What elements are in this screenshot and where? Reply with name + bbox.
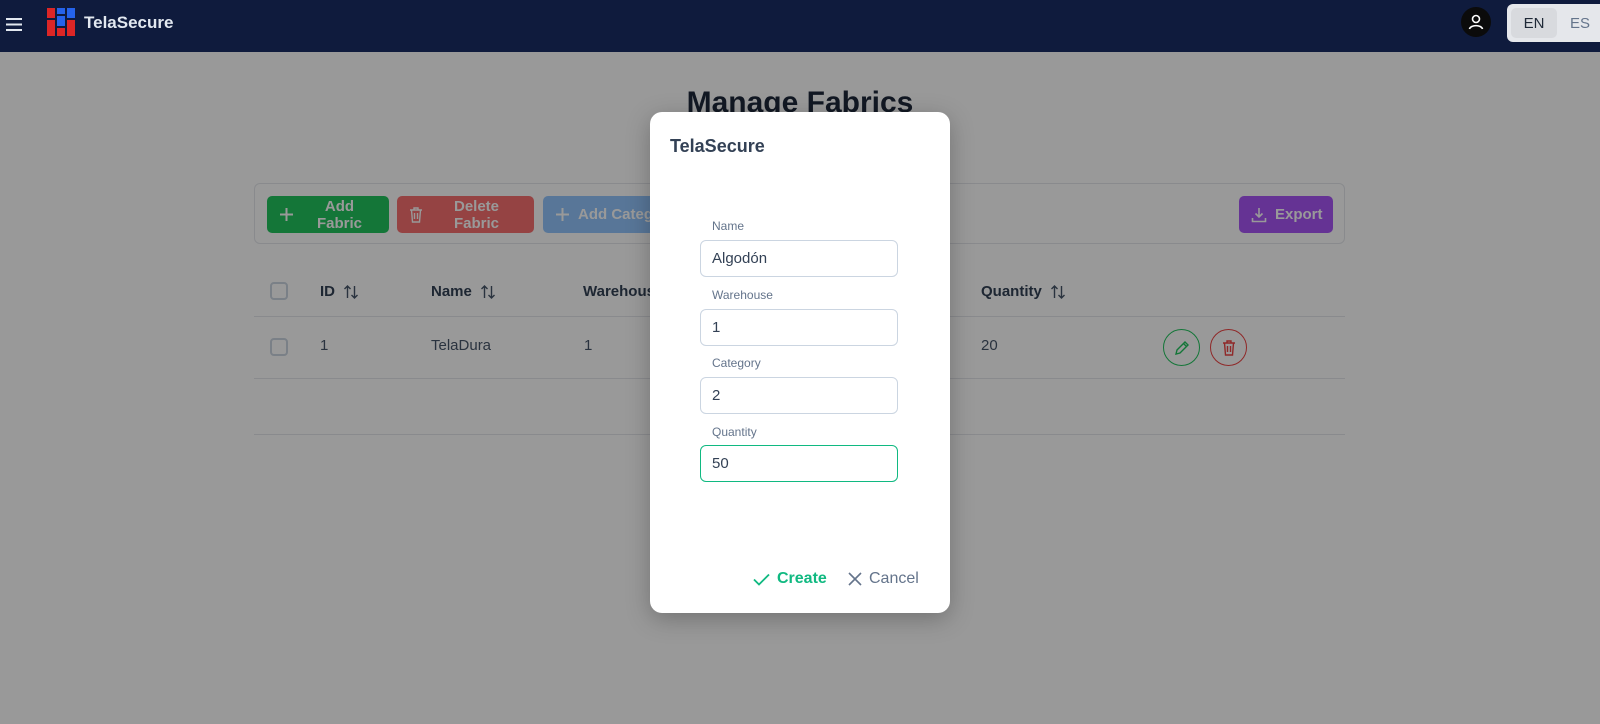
category-input[interactable] [700, 377, 898, 414]
brand-name: TelaSecure [84, 13, 174, 32]
name-input[interactable] [700, 240, 898, 277]
language-switcher: EN ES [1507, 4, 1600, 42]
category-label: Category [712, 356, 761, 370]
language-es-button[interactable]: ES [1557, 8, 1600, 38]
warehouse-label: Warehouse [712, 288, 773, 302]
dialog-title: TelaSecure [670, 136, 765, 156]
telasecure-logo [47, 8, 75, 36]
user-icon[interactable] [1461, 7, 1491, 37]
cancel-label: Cancel [869, 570, 919, 587]
close-icon [848, 572, 862, 586]
cancel-button[interactable]: Cancel [848, 563, 919, 595]
create-fabric-dialog: TelaSecure Name Warehouse Category Quant… [650, 112, 950, 613]
quantity-label: Quantity [712, 425, 757, 439]
hamburger-icon[interactable] [4, 12, 24, 36]
create-label: Create [777, 570, 827, 587]
name-label: Name [712, 219, 745, 233]
check-icon [753, 573, 770, 586]
language-en-button[interactable]: EN [1511, 8, 1557, 38]
top-navbar: TelaSecure EN ES [0, 0, 1600, 52]
create-button[interactable]: Create [753, 563, 827, 595]
quantity-input[interactable] [700, 445, 898, 482]
warehouse-input[interactable] [700, 309, 898, 346]
